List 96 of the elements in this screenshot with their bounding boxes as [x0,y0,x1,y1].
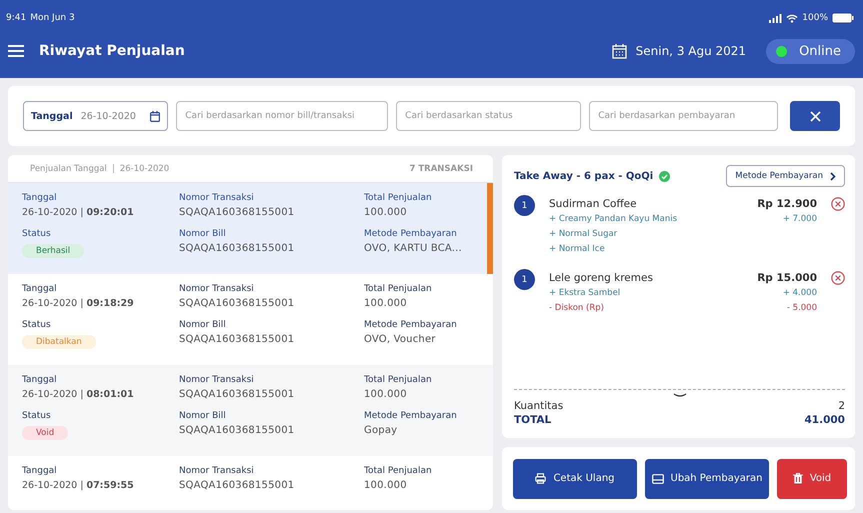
list-date-label: Penjualan Tanggal [30,164,107,174]
sales-total: 100.000 [364,297,407,311]
quantity-label: Kuantitas [514,400,564,412]
field-label: Total Penjualan [364,283,432,296]
header-date: Senin, 3 Agu 2021 [636,44,746,58]
modifier-name: + Normal Ice [549,243,605,256]
total-value: 41.000 [804,414,845,426]
page-title: Riwayat Penjualan [39,43,185,59]
field-label: Status [22,228,51,241]
chevron-down-icon[interactable] [672,393,686,398]
status-badge: Berhasil [22,244,84,258]
total-label: TOTAL [514,414,552,426]
field-label: Nomor Bill [179,228,226,241]
online-status[interactable]: Online [766,38,855,64]
sales-total: 100.000 [364,479,407,493]
field-label: Total Penjualan [364,465,432,478]
date-filter[interactable]: Tanggal 26-10-2020 [23,101,168,131]
transaction-number: SQAQA160368155001 [179,206,294,220]
modifier-name: + Normal Sugar [549,228,618,241]
bill-number: SQAQA160368155001 [179,424,294,438]
field-label: Nomor Transaksi [179,283,254,296]
field-label: Nomor Bill [179,319,226,332]
bill-search-field[interactable]: Cari berdasarkan nomor bill/transaksi [176,101,388,131]
card-icon [652,474,664,484]
list-date: 26-10-2020 [120,164,170,174]
modifier-price: - 5.000 [786,302,817,315]
field-label: Nomor Bill [179,410,226,423]
transaction-number: SQAQA160368155001 [179,388,294,402]
payment-button[interactable]: Ubah Pembayaran [645,458,769,498]
field-label: Nomor Transaksi [179,465,254,478]
modifier-name: + Ekstra Sambel [549,287,620,300]
battery-percent: 100% [802,13,828,23]
payment-method-button[interactable]: Metode Pembayaran [726,165,845,187]
transaction-datetime: 26-10-2020 | 07:59:55 [22,479,134,493]
field-label: Tanggal [22,465,57,478]
item-name: Sudirman Coffee [549,198,637,210]
field-label: Total Penjualan [364,374,432,387]
field-label: Status [22,410,51,423]
transaction-row[interactable]: Tanggal 26-10-2020 | 08:01:01 Status Void Nomor Transaksi SQAQA160368155001 Nomor Bill SQAQA160368155001 Total Penjualan 100.000 Metode Pembayaran Gopay [8,365,493,456]
transaction-row[interactable]: Tanggal 26-10-2020 | 09:20:01 Status Berhasil Nomor Transaksi SQAQA160368155001 Nomor Bill SQAQA160368155001 Total Penjualan 100.000 Metode Pembayaran OVO, KARTU BCA... [8,183,493,274]
print-button[interactable]: Cetak Ulang [513,458,637,498]
battery-icon [832,13,854,23]
transaction-number: SQAQA160368155001 [179,297,294,311]
transaction-count: 7 TRANSAKSI [410,164,473,174]
field-label: Total Penjualan [364,192,432,205]
online-label: Online [799,44,841,58]
order-title: Take Away - 6 pax - QoQi [514,170,654,182]
transaction-datetime: 26-10-2020 | 08:01:01 [22,388,134,402]
close-icon [810,110,821,122]
sales-total: 100.000 [364,206,407,220]
field-label: Nomor Transaksi [179,374,254,387]
clear-button[interactable] [790,101,840,131]
void-button[interactable]: Void [777,458,847,498]
status-badge: Void [22,426,68,440]
field-label: Metode Pembayaran [364,410,457,423]
modifier-name: - Diskon (Rp) [549,302,604,315]
field-label: Tanggal [22,192,57,205]
payment-search-field[interactable]: Cari berdasarkan pembayaran [589,101,778,131]
calendar-icon [612,43,628,59]
status-search-field[interactable]: Cari berdasarkan status [396,101,582,131]
menu-icon[interactable] [8,45,24,57]
quantity-badge: 1 [514,269,535,290]
field-label: Nomor Transaksi [179,192,254,205]
printer-icon [535,473,546,484]
status-badge: Dibatalkan [22,335,96,349]
trash-icon [792,473,803,484]
field-label: Status [22,319,51,332]
wifi-icon [786,14,798,22]
quantity-value: 2 [838,400,845,412]
payment-method: OVO, KARTU BCA... [364,242,462,256]
bill-number: SQAQA160368155001 [179,333,294,347]
item-name: Lele goreng kremes [549,272,653,284]
calendar-icon [150,110,160,122]
field-label: Metode Pembayaran [364,319,457,332]
remove-icon[interactable] [831,197,845,211]
payment-method: OVO, Voucher [364,333,436,347]
transaction-datetime: 26-10-2020 | 09:20:01 [22,206,134,220]
item-price: Rp 15.000 [757,272,817,284]
quantity-badge: 1 [514,195,535,216]
remove-icon[interactable] [831,271,845,285]
field-label: Metode Pembayaran [364,228,457,241]
sales-total: 100.000 [364,388,407,402]
modifier-price: + 7.000 [782,213,817,226]
modifier-name: + Creamy Pandan Kayu Manis [549,213,678,226]
item-price: Rp 12.900 [757,198,817,210]
bill-number: SQAQA160368155001 [179,242,294,256]
status-date: Mon Jun 3 [30,13,75,23]
status-time: 9:41 [6,13,26,23]
transaction-datetime: 26-10-2020 | 09:18:29 [22,297,134,311]
signal-icon [769,14,782,22]
chevron-right-icon [830,172,836,180]
field-label: Tanggal [22,374,57,387]
transaction-number: SQAQA160368155001 [179,479,294,493]
payment-method: Gopay [364,424,398,438]
modifier-price: + 4.000 [782,287,817,300]
field-label: Tanggal [22,283,57,296]
